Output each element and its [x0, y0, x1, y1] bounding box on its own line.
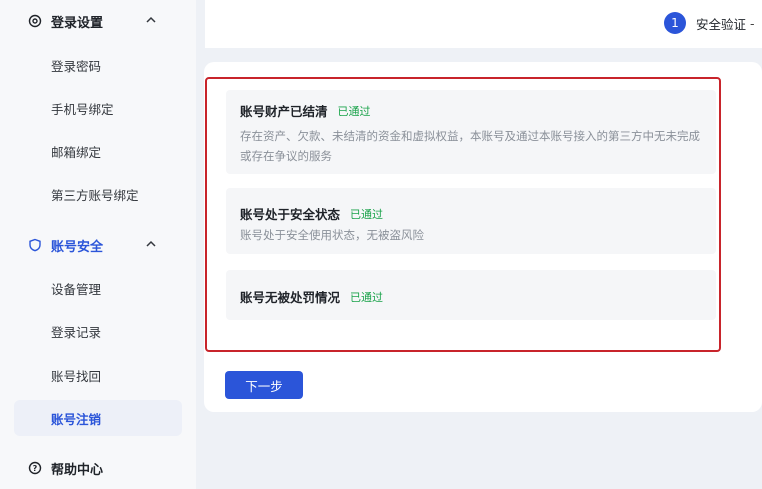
sidebar-section-label: 登录设置 — [51, 15, 104, 31]
sidebar-item-email-binding[interactable]: 邮箱绑定 — [14, 133, 182, 169]
chevron-up-icon[interactable] — [144, 237, 158, 251]
sidebar-item-label: 账号注销 — [51, 411, 102, 427]
sidebar-item-device-management[interactable]: 设备管理 — [14, 270, 182, 306]
svg-text:?: ? — [33, 464, 38, 473]
sidebar-section-account-security[interactable]: 账号安全 — [28, 234, 158, 256]
sidebar-section-login-settings[interactable]: 登录设置 — [28, 10, 158, 32]
help-icon: ? — [28, 461, 42, 475]
gear-icon — [28, 14, 42, 28]
sidebar-item-label: 手机号绑定 — [51, 101, 114, 117]
step-label: 安全验证 — [696, 16, 747, 32]
sidebar-item-phone-binding[interactable]: 手机号绑定 — [14, 90, 182, 126]
sidebar-section-label: 账号安全 — [51, 239, 104, 255]
sidebar-item-label: 第三方账号绑定 — [51, 187, 139, 203]
next-step-button[interactable]: 下一步 — [225, 371, 303, 399]
sidebar-item-label: 设备管理 — [51, 281, 102, 297]
sidebar-item-label: 登录记录 — [51, 324, 102, 340]
sidebar-item-account-recovery[interactable]: 账号找回 — [14, 357, 182, 393]
sidebar-section-label: 帮助中心 — [51, 462, 104, 478]
sidebar-item-login-records[interactable]: 登录记录 — [14, 313, 182, 349]
sidebar-item-account-deletion[interactable]: 账号注销 — [14, 400, 182, 436]
sidebar-item-label: 账号找回 — [51, 368, 102, 384]
sidebar-item-login-password[interactable]: 登录密码 — [14, 47, 182, 83]
sidebar-item-label: 邮箱绑定 — [51, 144, 102, 160]
step-number-badge: 1 — [664, 12, 686, 34]
sidebar-item-label: 登录密码 — [51, 58, 102, 74]
highlight-annotation-box — [205, 77, 721, 352]
sidebar-section-help-center[interactable]: ? 帮助中心 — [28, 457, 158, 479]
chevron-up-icon[interactable] — [144, 13, 158, 27]
shield-icon — [28, 238, 42, 252]
sidebar: 登录设置 登录密码 手机号绑定 邮箱绑定 第三方账号绑定 账号安全 设备管理 登… — [0, 0, 196, 489]
sidebar-item-third-party-binding[interactable]: 第三方账号绑定 — [14, 176, 182, 212]
step-indicator: 1 安全验证 - — [664, 10, 755, 36]
step-connector: - — [750, 15, 755, 31]
